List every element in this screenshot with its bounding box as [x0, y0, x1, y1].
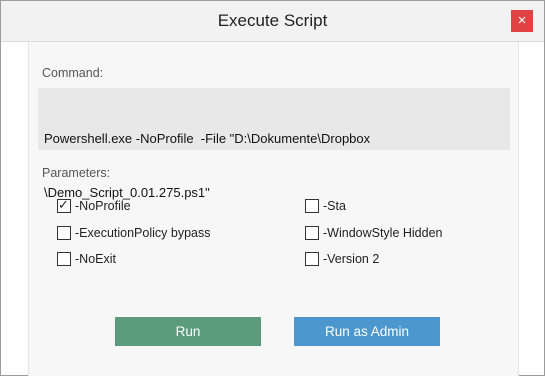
checkbox-noprofile-box[interactable]	[57, 197, 71, 213]
checkbox-sta-label: -Sta	[323, 199, 346, 213]
checkbox-sta[interactable]: -Sta	[305, 198, 346, 214]
checkbox-noprofile-label: -NoProfile	[75, 199, 131, 213]
checkbox-version-box[interactable]	[305, 252, 319, 266]
parameters-label: Parameters:	[42, 166, 111, 180]
checkbox-windowstyle-label: -WindowStyle Hidden	[323, 226, 443, 240]
dialog-title: Execute Script	[217, 11, 328, 30]
command-line-1: Powershell.exe -NoProfile -File "D:\Doku…	[44, 131, 371, 146]
checkbox-version-label: -Version 2	[323, 252, 380, 266]
execute-script-dialog: Execute Script × Command: Powershell.exe…	[0, 0, 545, 376]
command-text: Powershell.exe -NoProfile -File "D:\Doku…	[38, 88, 510, 200]
checkbox-noexit-label: -NoExit	[75, 252, 116, 266]
checkbox-windowstyle-box[interactable]	[305, 226, 319, 240]
close-button[interactable]: ×	[511, 10, 533, 32]
title-bar[interactable]: Execute Script ×	[1, 1, 544, 42]
checkbox-sta-box[interactable]	[305, 199, 319, 213]
checkbox-executionpolicy-label: -ExecutionPolicy bypass	[75, 226, 211, 240]
close-icon: ×	[517, 12, 527, 29]
checkbox-version-2[interactable]: -Version 2	[305, 251, 379, 267]
checkbox-noexit-box[interactable]	[57, 252, 71, 266]
dialog-content: Command: Powershell.exe -NoProfile -File…	[28, 42, 519, 376]
run-button[interactable]: Run	[115, 317, 261, 346]
command-label: Command:	[42, 66, 104, 80]
run-as-admin-button[interactable]: Run as Admin	[294, 317, 440, 346]
checkbox-noprofile[interactable]: -NoProfile	[57, 197, 131, 214]
checkbox-executionpolicy-box[interactable]	[57, 226, 71, 240]
checkbox-windowstyle-hidden[interactable]: -WindowStyle Hidden	[305, 225, 443, 241]
checkbox-executionpolicy-bypass[interactable]: -ExecutionPolicy bypass	[57, 225, 210, 241]
checkbox-noexit[interactable]: -NoExit	[57, 251, 116, 267]
